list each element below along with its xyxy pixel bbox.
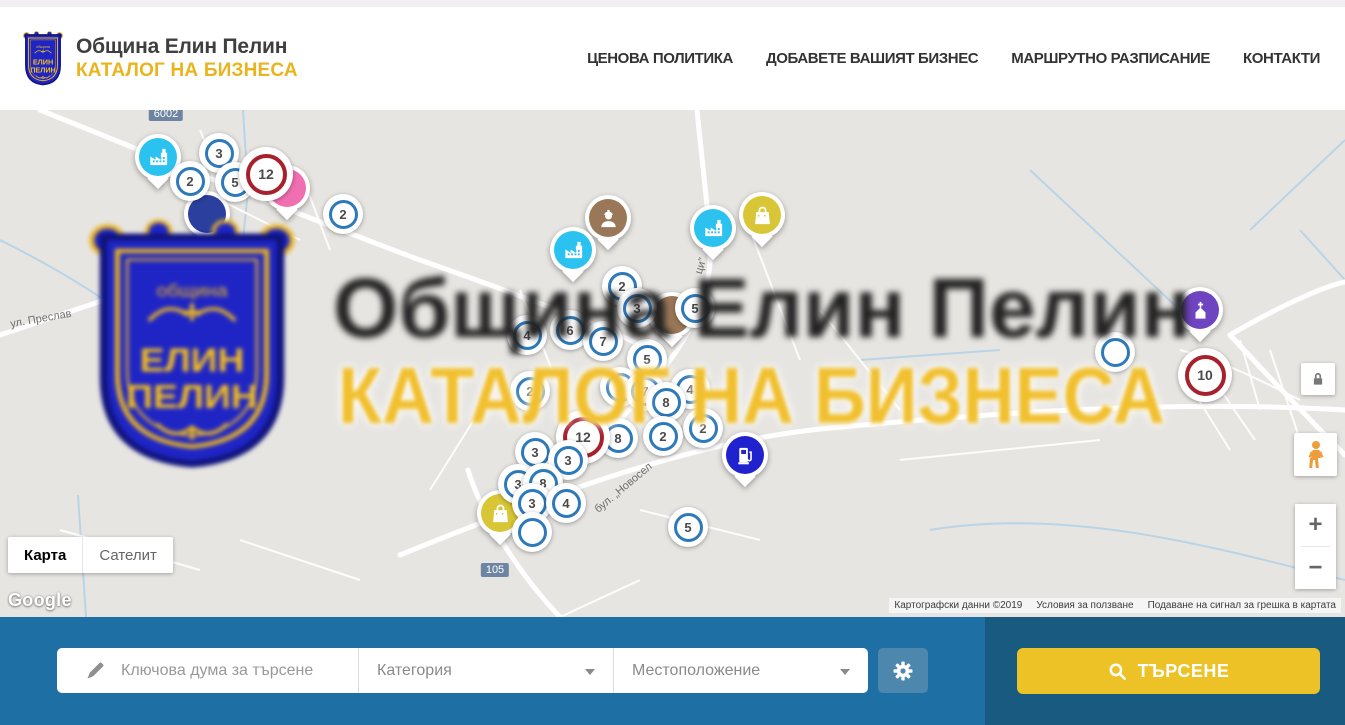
site-title: Община Елин Пелин [76, 35, 298, 60]
search-icon [1108, 662, 1127, 681]
map-cluster[interactable]: 4 [546, 483, 586, 523]
attribution-copyright: Картографски данни ©2019 [894, 600, 1022, 611]
site-logo[interactable]: община ЕЛИН ПЕЛИН Община Елин Пелин КАТА… [22, 30, 298, 88]
map-cluster[interactable]: 4 [507, 315, 547, 355]
zoom-control: + − [1295, 504, 1336, 589]
municipality-crest-icon: община ЕЛИН ПЕЛИН [22, 30, 64, 88]
search-panel: Категория Местоположение ТЪРСЕНЕ [0, 617, 1345, 725]
map-pin-fuel[interactable] [722, 432, 768, 478]
map-cluster[interactable] [512, 512, 552, 552]
google-logo[interactable]: Google [8, 590, 72, 611]
pencil-icon [85, 661, 105, 681]
location-select[interactable]: Местоположение [614, 648, 868, 693]
map-cluster[interactable]: 2 [683, 408, 723, 448]
svg-text:община: община [36, 44, 51, 48]
category-select-value: Категория [377, 662, 452, 680]
nav-add-your-business[interactable]: ДОБАВЕТЕ ВАШИЯТ БИЗНЕС [766, 50, 978, 67]
map-cluster[interactable]: 2 [643, 416, 683, 456]
map-cluster[interactable]: 12 [239, 147, 293, 201]
zoom-in-button[interactable]: + [1295, 504, 1336, 546]
chevron-down-icon [840, 669, 850, 675]
site-header: община ЕЛИН ПЕЛИН Община Елин Пелин КАТА… [0, 7, 1345, 110]
zoom-out-button[interactable]: − [1295, 547, 1336, 589]
map-cluster[interactable]: 3 [617, 288, 657, 328]
search-button-label: ТЪРСЕНЕ [1138, 661, 1230, 682]
map-pin-shopping-bag[interactable] [739, 192, 785, 238]
map-cluster[interactable]: 2 [510, 371, 550, 411]
advanced-settings-button[interactable] [878, 648, 928, 693]
nav-route-schedule[interactable]: МАРШРУТНО РАЗПИСАНИЕ [1011, 50, 1210, 67]
site-subtitle: КАТАЛОГ НА БИЗНЕСА [76, 60, 298, 82]
map-markers-layer: 32512223564752274822812333834510 [0, 110, 1345, 617]
search-form: Категория Местоположение [57, 648, 868, 693]
map-type-satellite-button[interactable]: Сателит [82, 537, 173, 573]
top-strip [0, 0, 1345, 7]
category-select[interactable]: Категория [359, 648, 613, 693]
keyword-section [57, 648, 358, 693]
nav-pricing-policy[interactable]: ЦЕНОВА ПОЛИТИКА [587, 50, 733, 67]
map-cluster[interactable]: 2 [170, 161, 210, 201]
attribution-terms-link[interactable]: Условия за ползване [1036, 600, 1133, 611]
location-select-value: Местоположение [632, 662, 760, 680]
map-cluster[interactable]: 2 [323, 194, 363, 234]
map-type-map-button[interactable]: Карта [8, 537, 82, 573]
map-canvas[interactable]: ул. Преславбул. „Новоселци” 6002105 3251… [0, 110, 1345, 617]
keyword-search-input[interactable] [121, 662, 351, 680]
map-pin-factory[interactable] [690, 205, 736, 251]
map-pin-church[interactable] [1177, 287, 1223, 333]
attribution-report-link[interactable]: Подаване на сигнал за грешка в картата [1148, 600, 1336, 611]
map-cluster[interactable]: 7 [583, 321, 623, 361]
gear-icon [891, 659, 915, 683]
lock-icon [1309, 370, 1327, 388]
search-button[interactable]: ТЪРСЕНЕ [1017, 648, 1320, 694]
nav-contacts[interactable]: КОНТАКТИ [1243, 50, 1320, 67]
map-cluster[interactable]: 5 [675, 288, 715, 328]
main-nav: ЦЕНОВА ПОЛИТИКА ДОБАВЕТЕ ВАШИЯТ БИЗНЕС М… [587, 7, 1320, 110]
map-type-switch: Карта Сателит [8, 537, 173, 573]
map-attribution: Картографски данни ©2019 Условия за полз… [889, 598, 1341, 613]
lock-control[interactable] [1301, 363, 1335, 395]
chevron-down-icon [585, 669, 595, 675]
pegman-icon [1304, 440, 1328, 470]
street-view-pegman[interactable] [1294, 433, 1337, 476]
map-pin-factory[interactable] [550, 227, 596, 273]
map-cluster[interactable]: 10 [1178, 348, 1232, 402]
map-cluster[interactable]: 5 [668, 507, 708, 547]
map-cluster[interactable] [1095, 332, 1135, 372]
svg-text:ПЕЛИН: ПЕЛИН [30, 65, 56, 74]
